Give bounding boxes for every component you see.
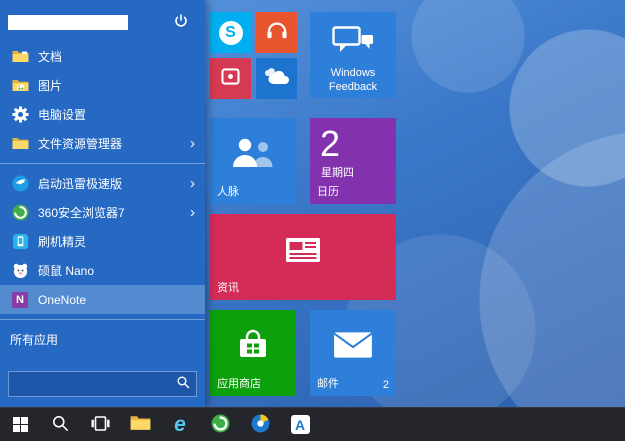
start-button[interactable] — [0, 408, 40, 441]
gear-icon — [10, 106, 30, 123]
menu-item-file-explorer[interactable]: 文件资源管理器 › — [0, 129, 205, 158]
menu-item-shuoshu-nano[interactable]: 硕鼠 Nano — [0, 256, 205, 285]
search-icon — [177, 376, 190, 392]
menu-item-label: 电脑设置 — [38, 106, 86, 123]
internet-explorer-button[interactable]: e — [160, 408, 200, 441]
onenote-icon: N — [10, 292, 30, 308]
letter-a-icon: A — [291, 415, 310, 434]
tile-label: Windows Feedback — [322, 67, 384, 95]
menu-item-label: 文档 — [38, 48, 62, 65]
tile-mail[interactable]: 邮件 2 — [310, 310, 396, 396]
menu-item-label: 文件资源管理器 — [38, 135, 122, 152]
menu-item-label: 图片 — [38, 77, 62, 94]
taskbar-search-button[interactable] — [40, 408, 80, 441]
menu-separator — [0, 319, 205, 320]
menu-item-pc-settings[interactable]: 电脑设置 — [0, 100, 205, 129]
tile-label: 日历 — [317, 183, 339, 199]
menu-item-360-browser[interactable]: 360安全浏览器7 › — [0, 198, 205, 227]
browser-360-icon — [10, 204, 30, 221]
tile-calendar[interactable]: 2 星期四 日历 — [310, 118, 396, 204]
people-icon — [230, 136, 276, 175]
browser-360-icon — [211, 414, 230, 436]
envelope-icon — [332, 330, 374, 365]
menu-item-label: 启动迅雷极速版 — [38, 175, 122, 192]
feedback-bubbles-icon — [332, 26, 374, 61]
ie-icon: e — [174, 414, 186, 435]
power-button[interactable] — [169, 10, 193, 34]
tile-windows-feedback[interactable]: Windows Feedback — [310, 12, 396, 98]
start-menu-header — [0, 0, 205, 38]
chevron-right-icon: › — [190, 205, 195, 220]
tile-photos[interactable] — [210, 58, 251, 99]
browser-360-button[interactable] — [200, 408, 240, 441]
menu-separator — [0, 163, 205, 164]
chevron-right-icon: › — [190, 176, 195, 191]
menu-item-flash-genius[interactable]: 刷机精灵 — [0, 227, 205, 256]
tile-label: 资讯 — [217, 279, 239, 295]
documents-folder-icon — [10, 50, 30, 63]
flash-genius-icon — [10, 233, 30, 250]
tile-news[interactable]: 资讯 — [210, 214, 396, 300]
mail-unread-badge: 2 — [383, 379, 389, 391]
all-apps-button[interactable]: 所有应用 — [0, 325, 205, 354]
photo-frame-icon — [221, 68, 240, 90]
skype-icon: S — [219, 21, 243, 45]
menu-item-label: 刷机精灵 — [38, 233, 86, 250]
task-view-icon — [91, 416, 110, 434]
menu-item-onenote[interactable]: N OneNote — [0, 285, 205, 314]
thunder-icon — [10, 175, 30, 192]
search-icon — [52, 415, 69, 435]
shuoshu-mouse-icon — [10, 262, 30, 279]
headphones-icon — [265, 20, 289, 45]
search-button[interactable] — [170, 372, 196, 396]
tile-music[interactable] — [256, 12, 297, 53]
all-apps-label: 所有应用 — [10, 331, 58, 348]
tile-people[interactable]: 人脉 — [210, 118, 296, 204]
phone-assistant-icon — [251, 414, 270, 436]
store-bag-icon — [236, 329, 270, 366]
user-name[interactable] — [8, 15, 128, 30]
start-tiles-area: S Windows Feedback — [205, 0, 405, 408]
menu-item-thunder[interactable]: 启动迅雷极速版 › — [0, 169, 205, 198]
task-view-button[interactable] — [80, 408, 120, 441]
folder-icon — [130, 415, 151, 434]
file-explorer-button[interactable] — [120, 408, 160, 441]
search-input[interactable] — [9, 377, 170, 391]
tile-label: 应用商店 — [217, 375, 261, 391]
explorer-folder-icon — [10, 137, 30, 150]
start-menu: 文档 图片 电脑设置 文件资源管理器 › — [0, 0, 205, 408]
app-a-button[interactable]: A — [280, 408, 320, 441]
menu-item-pictures[interactable]: 图片 — [0, 71, 205, 100]
power-icon — [174, 14, 188, 31]
pictures-folder-icon — [10, 79, 30, 92]
menu-item-label: 360安全浏览器7 — [38, 204, 125, 221]
menu-item-label: OneNote — [38, 293, 86, 307]
tile-label: 人脉 — [217, 183, 239, 199]
tile-store[interactable]: 应用商店 — [210, 310, 296, 396]
start-menu-list: 文档 图片 电脑设置 文件资源管理器 › — [0, 42, 205, 354]
menu-item-label: 硕鼠 Nano — [38, 262, 94, 279]
calendar-weekday: 星期四 — [321, 164, 396, 180]
tile-onedrive[interactable] — [256, 58, 297, 99]
calendar-day: 2 — [320, 126, 396, 162]
tile-skype[interactable]: S — [210, 12, 251, 53]
newspaper-icon — [283, 235, 323, 270]
tile-label: 邮件 — [317, 375, 339, 391]
search-box — [8, 371, 197, 397]
windows-logo-icon — [13, 417, 28, 432]
onedrive-clouds-icon — [262, 66, 292, 91]
desktop: 文档 图片 电脑设置 文件资源管理器 › — [0, 0, 625, 441]
taskbar: e A — [0, 407, 625, 441]
phone-assistant-button[interactable] — [240, 408, 280, 441]
menu-item-documents[interactable]: 文档 — [0, 42, 205, 71]
chevron-right-icon: › — [190, 136, 195, 151]
